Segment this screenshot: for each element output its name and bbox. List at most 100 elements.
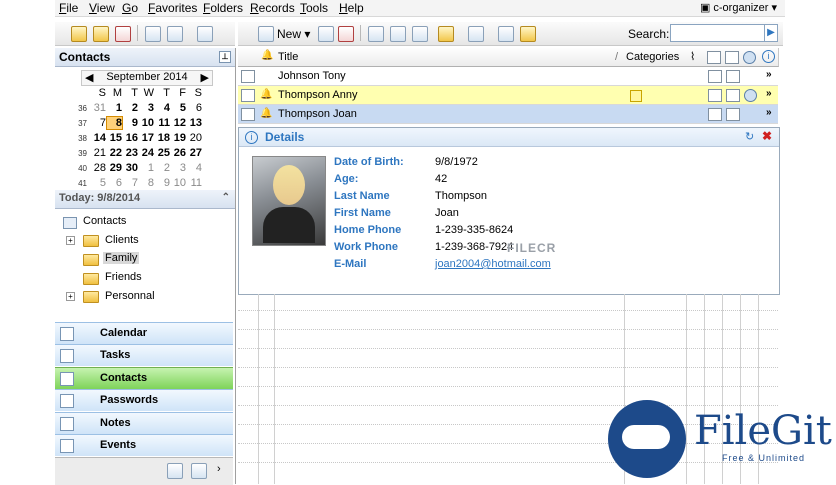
calendar-day[interactable]: 14 [91,132,106,144]
calendar-day[interactable]: 6 [107,177,122,189]
calendar-day[interactable]: 31 [91,102,106,114]
category-checkbox[interactable] [630,90,642,102]
nav-contacts[interactable]: Contacts [55,367,233,389]
calendar-day[interactable]: 30 [123,162,138,174]
calendar-day[interactable]: 17 [139,132,154,144]
add-folder-icon[interactable] [71,26,87,42]
calendar-day[interactable]: 2 [123,102,138,114]
calendar-day[interactable]: 5 [91,177,106,189]
calendar-day[interactable]: 22 [107,147,122,159]
calendar-day[interactable]: 16 [123,132,138,144]
col-header-info[interactable]: i [758,48,779,67]
table-row[interactable]: Johnson Tony » [238,67,778,86]
nav-customize-icon[interactable] [191,463,207,479]
refresh-icon[interactable]: ↻ [745,130,754,143]
calendar-day[interactable]: 13 [187,117,202,129]
chevron-right-icon[interactable]: › [217,463,221,475]
menu-tools[interactable]: Tools [300,1,328,15]
tree-item-personnal[interactable]: Personnal [105,290,155,302]
prev-month-icon[interactable]: ◀ [85,71,93,84]
calendar-day[interactable]: 12 [171,117,186,129]
col-header-icon[interactable]: 🔔 [258,48,275,67]
calendar-day[interactable]: 18 [155,132,170,144]
calendar-day[interactable]: 3 [171,162,186,174]
nav-notes[interactable]: Notes [55,412,233,434]
calendar-day-selected[interactable]: 8 [106,116,123,130]
calendar-day[interactable]: 10 [171,177,186,189]
menu-file[interactable]: File [59,1,78,15]
print-icon[interactable] [167,26,183,42]
col-header-web[interactable] [740,48,759,67]
calendar-day[interactable]: 20 [187,132,202,144]
email-link[interactable]: joan2004@hotmail.com [435,258,551,270]
col-header-note[interactable] [704,48,723,67]
calendar-day[interactable]: 4 [187,162,202,174]
delete-folder-icon[interactable] [115,26,131,42]
col-header-title[interactable]: Title / [274,48,625,67]
calendar-day[interactable]: 11 [187,177,202,189]
col-header-attachment[interactable]: ⌇ [686,48,705,67]
calendar-day[interactable]: 25 [155,147,170,159]
cut-icon[interactable] [368,26,384,42]
tree-item-friends[interactable]: Friends [105,271,142,283]
calendar-day[interactable]: 6 [187,102,202,114]
menu-help[interactable]: Help [339,1,364,15]
calendar-day[interactable]: 11 [155,117,170,129]
table-row[interactable]: 🔔 Thompson Anny » [238,86,778,105]
tree-item-family[interactable]: Family [103,252,140,264]
nav-events[interactable]: Events [55,434,233,456]
edit-folder-icon[interactable] [93,26,109,42]
layout-icon[interactable] [197,26,213,42]
calendar-day[interactable]: 29 [107,162,122,174]
new-button[interactable]: New ▾ [277,27,310,41]
calendar-day[interactable]: 7 [91,117,106,129]
expand-row-icon[interactable]: » [766,69,772,80]
calendar-day[interactable]: 21 [91,147,106,159]
calendar-day[interactable]: 28 [91,162,106,174]
calendar-day[interactable]: 23 [123,147,138,159]
close-icon[interactable]: ✖ [762,129,772,143]
app-switch[interactable]: ▣ c-organizer ▾ [700,1,777,14]
calendar-day[interactable]: 15 [107,132,122,144]
options-icon[interactable] [520,26,536,42]
calendar-day[interactable]: 9 [123,117,138,129]
paste-icon[interactable] [412,26,428,42]
calendar-day[interactable]: 9 [155,177,170,189]
calendar-day[interactable]: 24 [139,147,154,159]
menu-folders[interactable]: Folders [203,1,243,15]
nav-options-icon[interactable] [167,463,183,479]
menu-go[interactable]: Go [122,1,138,15]
menu-records[interactable]: Records [250,1,295,15]
col-header-card[interactable] [722,48,741,67]
next-month-icon[interactable]: ▶ [201,71,209,84]
calendar-day[interactable]: 1 [139,162,154,174]
calendar-day[interactable]: 26 [171,147,186,159]
delete-record-icon[interactable] [338,26,354,42]
calendar-day[interactable]: 1 [107,102,122,114]
edit-record-icon[interactable] [318,26,334,42]
properties-icon[interactable] [468,26,484,42]
find-icon[interactable] [145,26,161,42]
nav-calendar[interactable]: Calendar [55,322,233,344]
expand-row-icon[interactable]: » [766,88,772,99]
menu-view[interactable]: View [89,1,115,15]
note-icon[interactable] [438,26,454,42]
copy-icon[interactable] [390,26,406,42]
col-header-categories[interactable]: Categories [624,48,687,67]
nav-passwords[interactable]: Passwords [55,389,233,411]
calendar-day[interactable]: 19 [171,132,186,144]
table-row[interactable]: 🔔 Thompson Joan » [238,105,778,124]
new-record-icon[interactable] [258,26,274,42]
col-header-type[interactable] [238,48,259,67]
menu-favorites[interactable]: Favorites [148,1,197,15]
calendar-day[interactable]: 8 [139,177,154,189]
calendar-day[interactable]: 3 [139,102,154,114]
tree-item-clients[interactable]: Clients [105,234,139,246]
expand-icon[interactable]: + [66,236,75,245]
calendar-day[interactable]: 10 [139,117,154,129]
collapse-icon[interactable]: ⌃ [222,192,230,203]
expand-row-icon[interactable]: » [766,107,772,118]
view-icon[interactable] [498,26,514,42]
calendar-day[interactable]: 7 [123,177,138,189]
search-input[interactable] [670,24,766,42]
